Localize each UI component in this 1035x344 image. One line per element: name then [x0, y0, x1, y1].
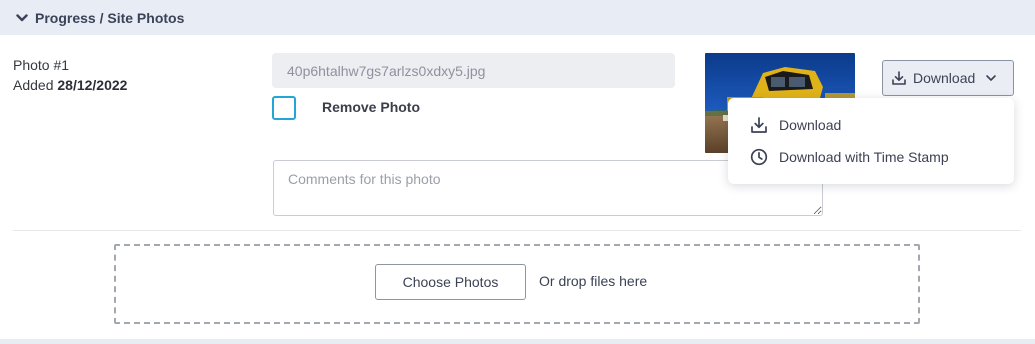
download-button-label: Download: [913, 70, 976, 86]
photo-meta: Photo #1 Added 28/12/2022: [13, 55, 127, 95]
menu-item-download-with-time-stamp[interactable]: Download with Time Stamp: [750, 146, 949, 168]
next-section-edge: [0, 339, 1035, 344]
choose-photos-button[interactable]: Choose Photos: [375, 264, 526, 300]
photo-added-date: 28/12/2022: [57, 77, 128, 93]
photo-number: Photo #1: [13, 57, 70, 73]
photo-added: Added 28/12/2022: [13, 75, 127, 95]
download-icon: [892, 71, 906, 85]
remove-photo-label[interactable]: Remove Photo: [322, 99, 420, 115]
photo-filename-field: 40p6htalhw7gs7arlzs0xdxy5.jpg: [272, 53, 675, 88]
photo-filename: 40p6htalhw7gs7arlzs0xdxy5.jpg: [287, 62, 486, 79]
drop-files-text: Or drop files here: [539, 273, 648, 289]
clock-icon: [750, 148, 768, 166]
photos-panel: Progress / Site Photos Photo #1 Added 28…: [0, 0, 1035, 344]
photo-added-prefix: Added: [13, 77, 54, 93]
menu-item-label: Download with Time Stamp: [779, 149, 949, 165]
remove-photo-checkbox[interactable]: [272, 96, 296, 120]
menu-item-download[interactable]: Download: [750, 114, 841, 136]
download-icon: [751, 117, 767, 133]
download-button[interactable]: Download: [882, 60, 1014, 96]
section-header-progress-site-photos[interactable]: Progress / Site Photos: [0, 0, 1035, 35]
menu-item-label: Download: [779, 117, 842, 133]
chevron-down-icon: [986, 75, 997, 81]
divider: [13, 230, 1021, 231]
download-dropdown-menu: Download Download with Time Stamp: [728, 98, 1014, 184]
chevron-down-icon: [16, 13, 28, 21]
photo-dropzone[interactable]: Choose Photos Or drop files here: [114, 244, 920, 324]
section-title: Progress / Site Photos: [35, 9, 185, 26]
